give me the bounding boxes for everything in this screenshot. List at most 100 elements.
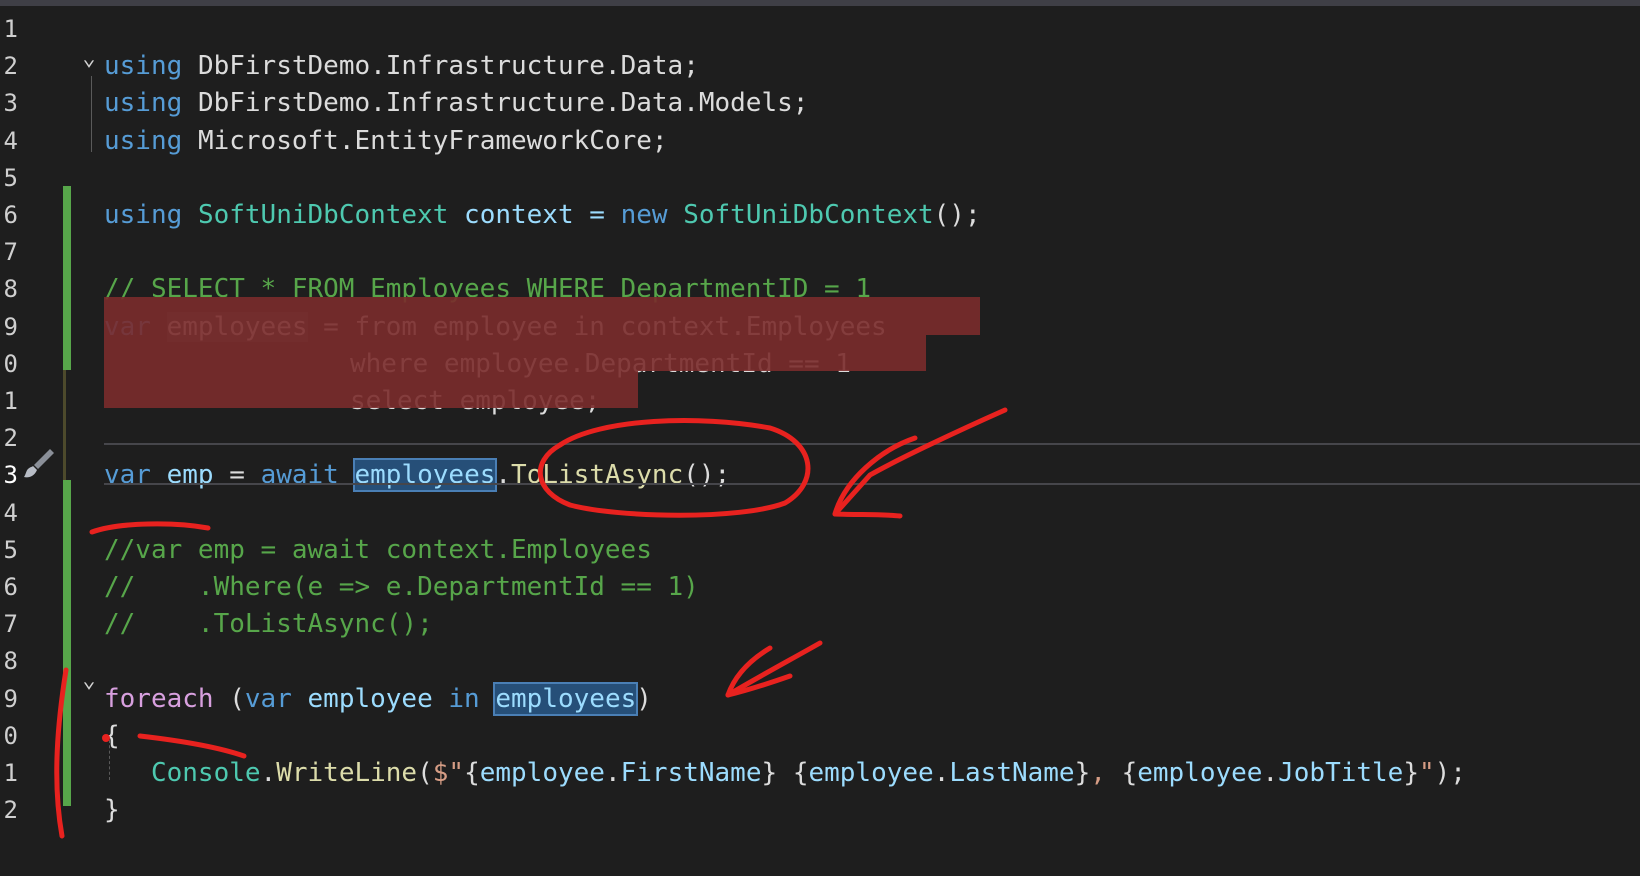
code-token: employee [1137, 758, 1263, 788]
code-token: DbFirstDemo.Infrastructure.Data.Models; [197, 88, 809, 119]
selection-highlight [104, 335, 926, 371]
code-token: FirstName [620, 758, 762, 788]
code-token: ); [1434, 758, 1466, 788]
code-token: JobTitle [1278, 758, 1404, 788]
change-bar-saved [63, 480, 71, 806]
annotation-underline [137, 733, 247, 759]
code-token: $" [432, 758, 465, 788]
line-number: 7 [3, 610, 18, 639]
code-token: employee [808, 758, 934, 788]
line-number: 2 [3, 796, 18, 825]
code-line[interactable]: Console.WriteLine($"{employee.FirstName}… [104, 754, 1466, 792]
code-line[interactable]: using DbFirstDemo.Infrastructure.Data.Mo… [104, 84, 808, 122]
line-number: 6 [3, 201, 18, 229]
indent-guide [109, 740, 111, 780]
code-token: // .Where(e => e.DepartmentId == 1) [104, 572, 699, 602]
line-number: 9 [3, 684, 18, 713]
code-line[interactable]: } [104, 791, 120, 829]
code-token: using [104, 125, 183, 156]
code-line[interactable]: using DbFirstDemo.Infrastructure.Data; [104, 47, 699, 85]
code-token: new [620, 200, 668, 230]
code-token: ( [213, 683, 245, 714]
indent-guide [91, 76, 92, 152]
line-number: 8 [3, 275, 18, 304]
change-bar-unsaved [63, 370, 74, 480]
code-token: employees [493, 681, 639, 716]
code-token: //var emp = await context.Employees [104, 534, 652, 565]
code-token: WriteLine [276, 758, 418, 788]
line-number: 3 [3, 89, 18, 118]
line-number: 6 [3, 573, 18, 601]
line-number: 1 [3, 15, 18, 43]
code-token: DbFirstDemo.Infrastructure.Data; [197, 51, 699, 82]
editor-top-border [0, 0, 1640, 6]
code-token: LastName [949, 758, 1075, 788]
code-line[interactable]: // .ToListAsync(); [104, 605, 433, 643]
code-token: } [1074, 758, 1091, 788]
code-token: var [244, 683, 292, 714]
code-token: SoftUniDbContext [197, 200, 449, 230]
code-token: employee [479, 758, 605, 788]
code-token: (); [933, 200, 981, 230]
code-line[interactable]: foreach (var employee in employees) [104, 680, 652, 718]
line-number: 5 [3, 163, 18, 192]
code-token: . [604, 758, 621, 788]
code-token: { [464, 758, 480, 788]
paintbrush-icon[interactable] [20, 445, 56, 481]
annotation-arrow [725, 673, 793, 698]
change-bar-saved [63, 186, 71, 370]
code-token: Console [150, 758, 261, 788]
line-number: 8 [3, 647, 18, 676]
code-token: . [1262, 758, 1279, 788]
code-token: ( [417, 758, 433, 788]
code-token: . [933, 758, 950, 788]
annotation-arrow [725, 640, 823, 698]
code-token: . [260, 758, 277, 788]
selection-highlight [104, 297, 980, 335]
line-number: 0 [3, 349, 18, 378]
code-token: context = [448, 200, 621, 230]
code-line[interactable]: using Microsoft.EntityFrameworkCore; [104, 122, 668, 160]
annotation-arrow [725, 645, 773, 698]
code-token: { [1121, 758, 1138, 788]
line-number: 4 [3, 126, 18, 155]
code-token: in [448, 683, 480, 714]
code-token: Microsoft.EntityFrameworkCore; [197, 125, 668, 156]
chevron-down-icon[interactable]: ⌄ [78, 48, 100, 70]
code-token: using [104, 200, 183, 230]
code-token: // .ToListAsync(); [104, 609, 433, 640]
code-token: using [104, 88, 183, 119]
line-number: 2 [3, 52, 18, 81]
line-number: 1 [3, 387, 18, 415]
line-number: 1 [3, 759, 18, 787]
code-token: { [792, 758, 809, 788]
code-line[interactable]: // .Where(e => e.DepartmentId == 1) [104, 568, 699, 606]
code-line[interactable]: { [104, 717, 120, 755]
code-token: , [1090, 758, 1122, 788]
line-number: 7 [3, 238, 18, 267]
line-number: 2 [3, 424, 18, 453]
code-token: employee [307, 683, 433, 714]
code-token: ) [636, 683, 652, 714]
current-line-highlight [104, 443, 1640, 485]
code-line[interactable]: using SoftUniDbContext context = new Sof… [104, 196, 981, 234]
code-token: foreach [104, 683, 214, 714]
code-line[interactable]: //var emp = await context.Employees [104, 531, 652, 569]
line-number: 4 [3, 498, 18, 527]
line-number: 3 [3, 461, 18, 490]
code-token: using [104, 51, 183, 82]
code-token: } [761, 758, 778, 788]
chevron-down-icon[interactable]: ⌄ [78, 670, 100, 692]
code-token: } [104, 795, 120, 826]
line-number: 5 [3, 535, 18, 564]
